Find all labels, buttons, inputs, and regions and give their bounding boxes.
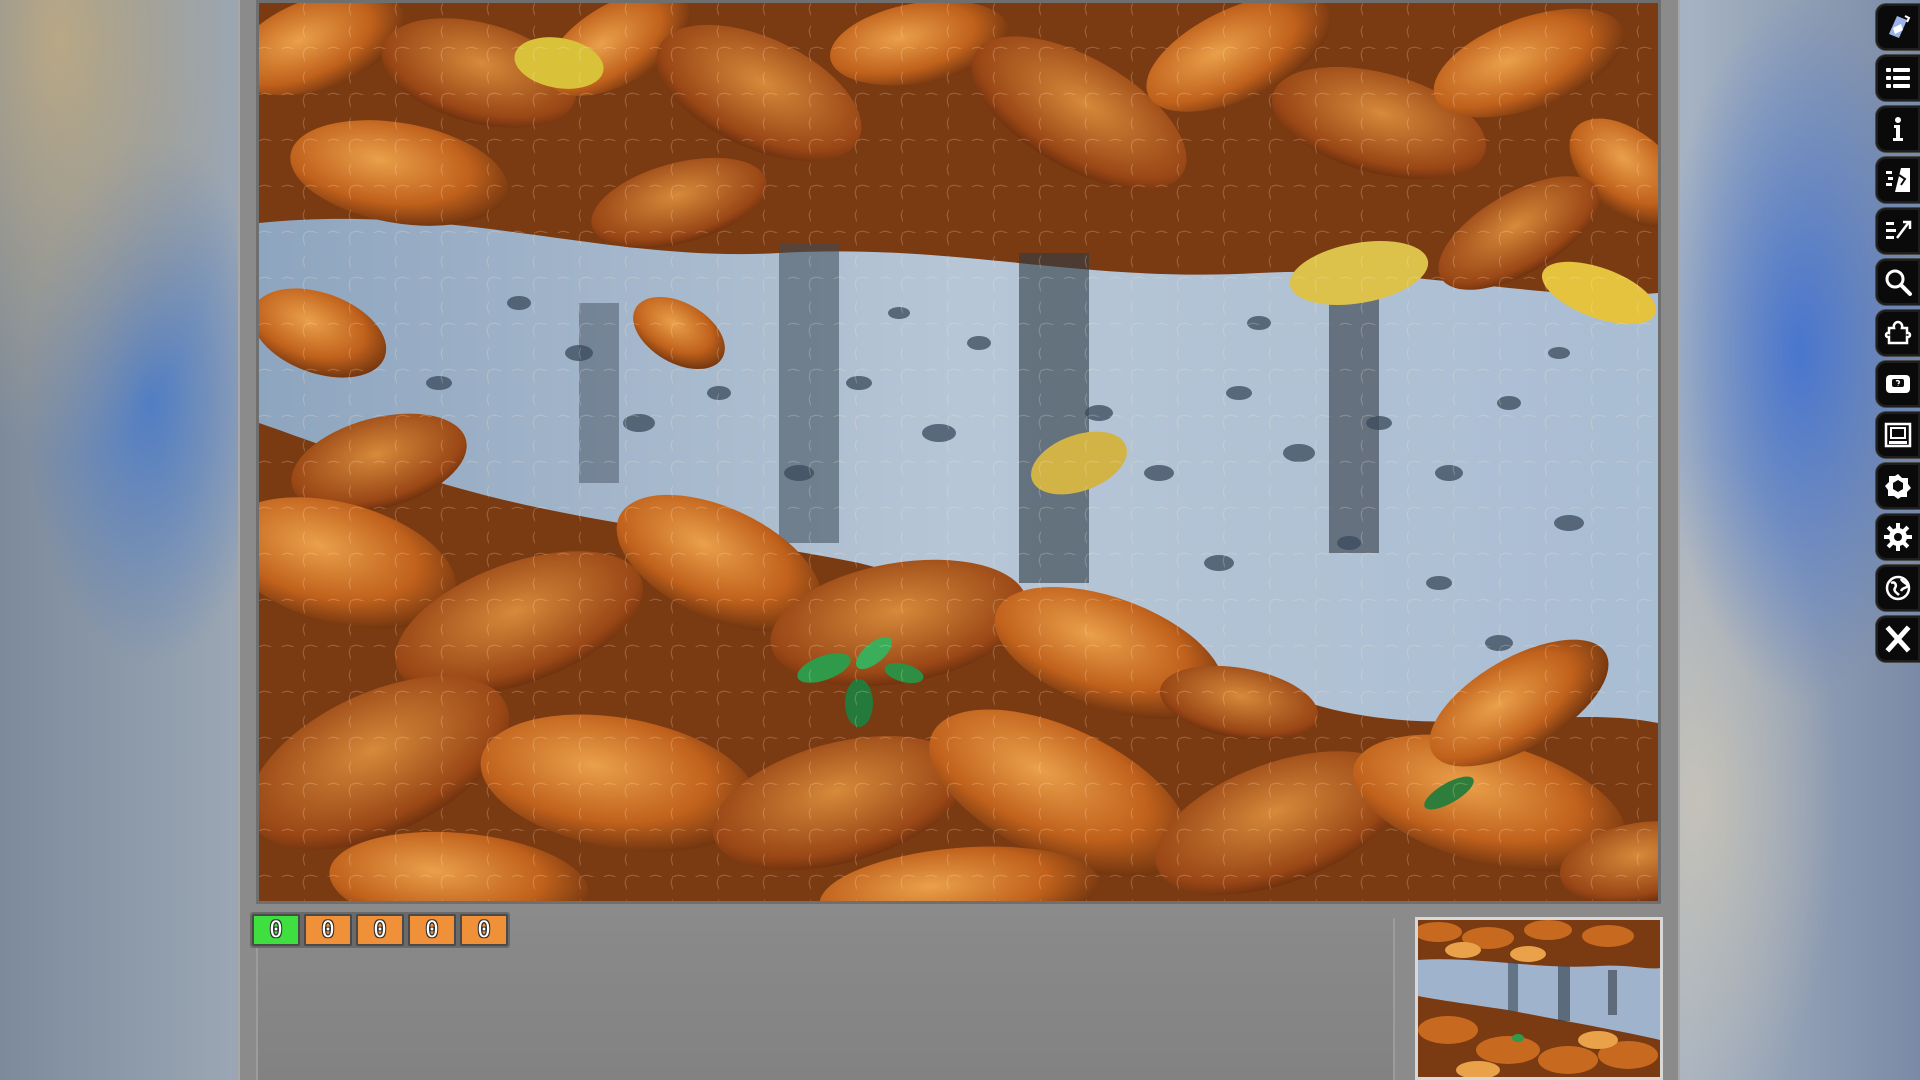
counter-2: 0 <box>356 914 404 946</box>
screenshot-icon <box>1884 422 1912 448</box>
toolbar <box>1876 4 1920 662</box>
sort-pieces-icon <box>1886 220 1912 239</box>
counter-1: 0 <box>304 914 352 946</box>
sort-pieces-button[interactable] <box>1876 208 1920 254</box>
counter-placed: 0 <box>252 914 300 946</box>
web-icon <box>1885 575 1911 601</box>
puzzle-piece-icon <box>1884 320 1912 345</box>
puzzle-board[interactable] <box>256 0 1661 904</box>
puzzle-list-button[interactable] <box>1876 55 1920 101</box>
gallery-icon <box>1889 15 1911 38</box>
piece-counters: 0 0 0 0 0 <box>250 912 510 948</box>
counter-4: 0 <box>460 914 508 946</box>
shapes-button[interactable] <box>1876 463 1920 509</box>
puzzle-image <box>259 3 1658 901</box>
settings-button[interactable] <box>1876 514 1920 560</box>
piece-shape-button[interactable] <box>1876 310 1920 356</box>
magnify-icon <box>1885 269 1912 296</box>
gallery-button[interactable] <box>1876 4 1920 50</box>
settings-icon <box>1884 523 1912 551</box>
info-button[interactable] <box>1876 106 1920 152</box>
preview-thumbnail[interactable] <box>1415 917 1663 1080</box>
close-button[interactable] <box>1876 616 1920 662</box>
preview-image <box>1418 920 1660 1077</box>
ghost-image-icon <box>1886 375 1910 393</box>
counter-3: 0 <box>408 914 456 946</box>
screenshot-button[interactable] <box>1876 412 1920 458</box>
scatter-pieces-icon <box>1886 168 1910 192</box>
list-icon <box>1886 68 1910 88</box>
scatter-pieces-button[interactable] <box>1876 157 1920 203</box>
shapes-icon <box>1885 474 1911 499</box>
info-icon <box>1893 117 1903 141</box>
magnify-button[interactable] <box>1876 259 1920 305</box>
close-icon <box>1885 625 1911 653</box>
ghost-image-button[interactable] <box>1876 361 1920 407</box>
web-button[interactable] <box>1876 565 1920 611</box>
